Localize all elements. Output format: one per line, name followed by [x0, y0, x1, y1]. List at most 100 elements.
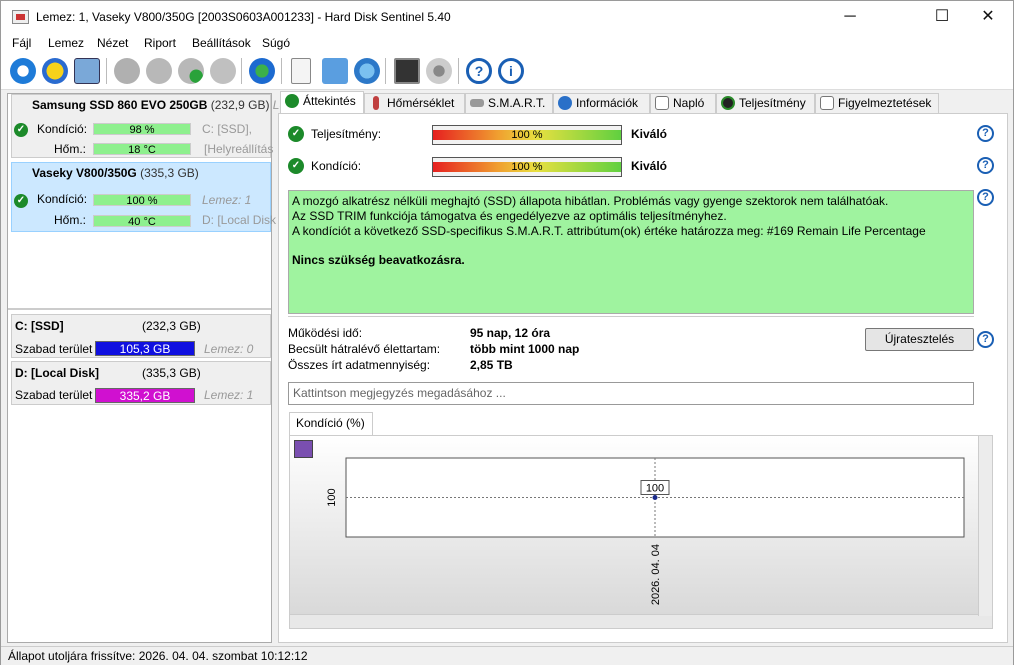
free-space-label: Szabad terület — [15, 388, 93, 402]
status-description: A mozgó alkatrész nélküli meghajtó (SSD)… — [288, 190, 974, 314]
tab-alerts[interactable]: Figyelmeztetések — [815, 93, 939, 113]
chart-tab-condition[interactable]: Kondíció (%) — [289, 412, 373, 435]
data-label: 100 — [646, 483, 664, 495]
lifetime-value: több mint 1000 nap — [470, 342, 580, 356]
condition-label: Kondíció: — [311, 159, 362, 173]
condition-value: 98 % — [93, 123, 191, 136]
performance-ok-icon: ✓ — [288, 126, 304, 142]
tab-log[interactable]: Napló — [650, 93, 716, 113]
disk-number: Lemez: 1 — [202, 193, 252, 207]
help-icon[interactable]: ? — [977, 157, 994, 174]
tab-performance[interactable]: Teljesítmény — [716, 93, 815, 113]
overview-pane: ✓ Teljesítmény: 100 % Kiváló ? ✓ Kondíci… — [278, 113, 1008, 643]
check-icon — [285, 94, 299, 108]
alert-doc-icon — [820, 96, 834, 110]
disk-size: (232,9 GB) — [210, 98, 270, 112]
disk-icon — [470, 99, 484, 107]
volume-name: C: [SSD] — [15, 319, 64, 333]
tab-label: Hőmérséklet — [387, 96, 455, 110]
disk-name: Vaseky V800/350G — [32, 166, 137, 180]
network-icon[interactable] — [354, 58, 380, 84]
warning-icon[interactable] — [42, 58, 68, 84]
details-panel: Áttekintés Hőmérséklet S.M.A.R.T. Inform… — [278, 91, 1008, 643]
temp-value: 40 °C — [93, 215, 191, 228]
maximize-button[interactable]: ☐ — [919, 1, 965, 33]
close-button[interactable]: ✕ — [965, 1, 1011, 33]
disk-partitions: C: [SSD], — [202, 122, 253, 136]
disk-test-icon[interactable] — [114, 58, 140, 84]
sync-icon[interactable] — [322, 58, 348, 84]
refresh-icon[interactable] — [10, 58, 36, 84]
disk-title: Samsung SSD 860 EVO 250GB (232,9 GB) Le — [32, 98, 286, 112]
toolbar-separator — [458, 58, 459, 84]
horizontal-scrollbar[interactable] — [290, 614, 992, 628]
menu-bar: Fájl Lemez Nézet Riport Beállítások Súgó — [1, 34, 1013, 54]
toolbar-separator — [241, 58, 242, 84]
tab-label: Napló — [673, 96, 705, 110]
tab-strip: Áttekintés Hőmérséklet S.M.A.R.T. Inform… — [278, 91, 1008, 114]
title-bar: Lemez: 1, Vaseky V800/350G [2003S0603A00… — [1, 1, 1013, 34]
disk-test-2-icon[interactable] — [146, 58, 172, 84]
status-ok-icon: ✓ — [14, 194, 28, 208]
panel-divider — [8, 308, 271, 310]
info-icon — [558, 96, 572, 110]
retest-button[interactable]: Újratesztelés — [865, 328, 974, 351]
info-line: A mozgó alkatrész nélküli meghajtó (SSD)… — [292, 194, 889, 208]
volume-disk: Lemez: 1 — [204, 388, 254, 402]
minimize-button[interactable]: ─ — [827, 1, 873, 33]
condition-ok-icon: ✓ — [288, 158, 304, 174]
info-icon[interactable]: i — [498, 58, 524, 84]
temp-label: Hőm.: — [54, 213, 87, 227]
help-icon[interactable]: ? — [977, 125, 994, 142]
help-icon[interactable]: ? — [977, 331, 994, 348]
performance-label: Teljesítmény: — [311, 127, 382, 141]
status-bar: Állapot utoljára frissítve: 2026. 04. 04… — [1, 646, 1013, 665]
toolbar: ? i — [1, 54, 1013, 90]
globe-icon[interactable] — [249, 58, 275, 84]
toolbar-separator — [281, 58, 282, 84]
menu-view[interactable]: Nézet — [97, 36, 128, 50]
menu-settings[interactable]: Beállítások — [192, 36, 251, 50]
toolbar-separator — [106, 58, 107, 84]
menu-help[interactable]: Súgó — [262, 36, 290, 50]
tab-temperature[interactable]: Hőmérséklet — [364, 93, 465, 113]
temp-label: Hőm.: — [54, 142, 87, 156]
vertical-scrollbar[interactable] — [978, 436, 992, 616]
disk-icon[interactable] — [74, 58, 100, 84]
laptop-icon[interactable] — [394, 58, 420, 84]
disk-item-samsung[interactable]: Samsung SSD 860 EVO 250GB (232,9 GB) Le … — [11, 94, 286, 158]
help-icon[interactable]: ? — [977, 189, 994, 206]
help-icon[interactable]: ? — [466, 58, 492, 84]
toolbar-separator — [385, 58, 386, 84]
gauge-icon — [721, 96, 735, 110]
menu-disk[interactable]: Lemez — [48, 36, 84, 50]
menu-report[interactable]: Riport — [144, 36, 176, 50]
disk-partitions-2: [Helyreállítás — [204, 142, 274, 156]
status-ok-icon: ✓ — [14, 123, 28, 137]
volume-d[interactable]: D: [Local Disk] (335,3 GB) Szabad terüle… — [11, 361, 271, 405]
condition-chart: 100 2026. 04. 04 100 — [289, 435, 993, 629]
tab-smart[interactable]: S.M.A.R.T. — [465, 93, 553, 113]
free-space-bar: 335,2 GB — [95, 388, 195, 403]
tab-information[interactable]: Információk — [553, 93, 650, 113]
report-icon[interactable] — [291, 58, 311, 84]
tab-overview[interactable]: Áttekintés — [280, 91, 364, 114]
uptime-value: 95 nap, 12 óra — [470, 326, 551, 340]
performance-rating: Kiváló — [631, 127, 668, 141]
disk-item-vaseky[interactable]: Vaseky V800/350G (335,3 GB) ✓ Kondíció: … — [11, 162, 276, 232]
tab-label: Teljesítmény — [739, 96, 806, 110]
speaker-icon[interactable] — [426, 58, 452, 84]
divider — [288, 316, 974, 317]
volume-c[interactable]: C: [SSD] (232,3 GB) Szabad terület 105,3… — [11, 314, 271, 358]
thermometer-icon — [373, 96, 379, 110]
disk-list-panel: Samsung SSD 860 EVO 250GB (232,9 GB) Le … — [7, 93, 286, 643]
note-input[interactable]: Kattintson megjegyzés megadásához ... — [288, 382, 974, 405]
written-label: Összes írt adatmennyiség: — [288, 358, 431, 372]
disk-ok-icon[interactable] — [178, 58, 204, 84]
menu-file[interactable]: Fájl — [12, 36, 31, 50]
disk-search-icon[interactable] — [210, 58, 236, 84]
volume-name: D: [Local Disk] — [15, 366, 100, 380]
disk-name: Samsung SSD 860 EVO 250GB — [32, 98, 208, 112]
volume-disk: Lemez: 0 — [204, 342, 254, 356]
lifetime-label: Becsült hátralévő élettartam: — [288, 342, 441, 356]
